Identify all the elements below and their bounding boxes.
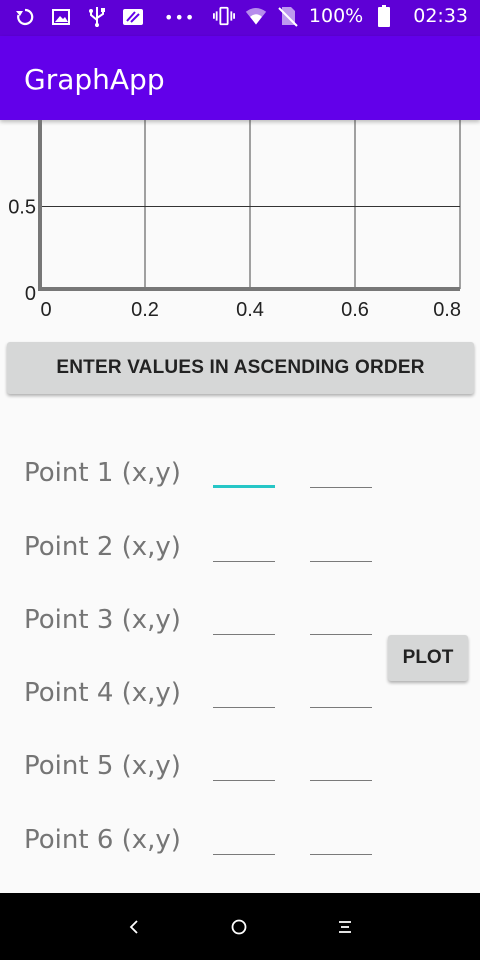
- x-tick-label: 0.8: [433, 299, 461, 321]
- status-bar: ••• 100% 02:33: [0, 0, 480, 36]
- point-6-y-input[interactable]: [310, 825, 372, 855]
- app-title: GraphApp: [24, 63, 165, 96]
- more-dots-icon: •••: [164, 7, 196, 27]
- x-tick-label: 0.2: [131, 299, 159, 321]
- clock: 02:33: [413, 5, 468, 27]
- battery-icon: [373, 5, 395, 27]
- image-icon: [50, 6, 72, 28]
- point-4-x-input[interactable]: [213, 678, 275, 708]
- point-label: Point 4 (x,y): [24, 678, 181, 708]
- point-5-y-input[interactable]: [310, 751, 372, 781]
- point-4-y-input[interactable]: [310, 678, 372, 708]
- wifi-icon: [245, 5, 267, 27]
- x-tick-label: 0: [40, 299, 51, 321]
- point-3-y-input[interactable]: [310, 605, 372, 635]
- point-row-4: Point 4 (x,y): [0, 678, 480, 728]
- vibrate-icon: [212, 5, 235, 27]
- point-6-x-input[interactable]: [213, 825, 275, 855]
- recents-icon[interactable]: [331, 913, 359, 941]
- point-1-y-input[interactable]: [310, 458, 372, 488]
- navigation-bar: [0, 893, 480, 960]
- point-row-2: Point 2 (x,y): [0, 532, 480, 582]
- point-3-x-input[interactable]: [213, 605, 275, 635]
- point-label: Point 5 (x,y): [24, 751, 181, 781]
- point-label: Point 3 (x,y): [24, 605, 181, 635]
- point-label: Point 2 (x,y): [24, 532, 181, 562]
- card-icon: [122, 6, 144, 28]
- battery-percent: 100%: [308, 5, 364, 27]
- plot-button[interactable]: PLOT: [388, 635, 468, 681]
- point-row-1: Point 1 (x,y): [0, 458, 480, 508]
- sync-icon: [14, 6, 36, 28]
- y-tick-label: 0: [25, 283, 36, 305]
- x-tick-label: 0.4: [236, 299, 264, 321]
- ascending-order-button[interactable]: ENTER VALUES IN ASCENDING ORDER: [7, 342, 474, 394]
- point-1-x-input[interactable]: [213, 458, 275, 488]
- no-sim-icon: [277, 5, 299, 27]
- graph-svg: 0 0.2 0.4 0.6 0.8 0 0.5: [8, 120, 461, 321]
- usb-icon: [86, 6, 108, 28]
- home-icon[interactable]: [225, 913, 253, 941]
- point-2-y-input[interactable]: [310, 532, 372, 562]
- point-row-5: Point 5 (x,y): [0, 751, 480, 801]
- point-label: Point 6 (x,y): [24, 825, 181, 855]
- y-tick-label: 0.5: [8, 197, 36, 219]
- point-label: Point 1 (x,y): [24, 458, 181, 488]
- x-tick-label: 0.6: [341, 299, 369, 321]
- point-row-6: Point 6 (x,y): [0, 825, 480, 875]
- app-bar: GraphApp: [0, 36, 480, 120]
- graph-view: 0 0.2 0.4 0.6 0.8 0 0.5: [0, 120, 480, 330]
- back-icon[interactable]: [120, 913, 148, 941]
- point-5-x-input[interactable]: [213, 751, 275, 781]
- point-2-x-input[interactable]: [213, 532, 275, 562]
